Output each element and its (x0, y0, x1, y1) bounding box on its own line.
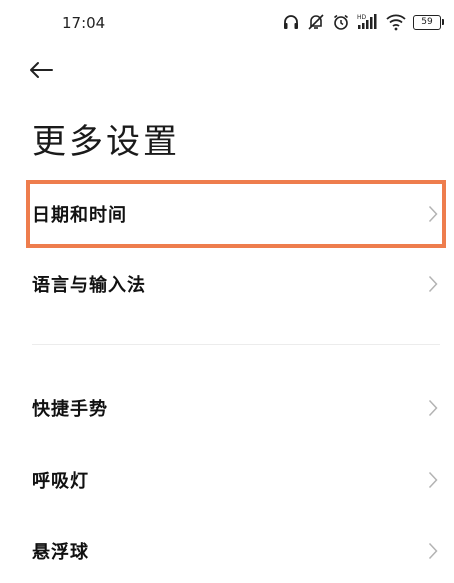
settings-item-label: 日期和时间 (32, 205, 127, 226)
chevron-right-icon (428, 275, 438, 297)
settings-item-label: 呼吸灯 (32, 471, 89, 492)
settings-item-language-input[interactable]: 语言与输入法 (0, 252, 454, 316)
settings-item-gestures[interactable]: 快捷手势 (0, 376, 454, 440)
settings-item-label: 语言与输入法 (32, 275, 146, 296)
battery-icon: 59 (413, 14, 444, 30)
chevron-right-icon (428, 542, 438, 564)
status-icons: HD 59 (282, 12, 444, 32)
svg-text:HD: HD (357, 14, 367, 21)
settings-item-notification-light[interactable]: 呼吸灯 (0, 448, 454, 512)
chevron-right-icon (428, 471, 438, 493)
section-divider (32, 344, 440, 345)
back-arrow-icon (28, 60, 54, 84)
headphones-icon (282, 13, 300, 31)
hd-signal-icon: HD (357, 13, 379, 31)
chevron-right-icon (428, 399, 438, 421)
page-title: 更多设置 (32, 122, 180, 162)
settings-item-label: 悬浮球 (32, 542, 89, 563)
chevron-right-icon (428, 205, 438, 227)
settings-item-floating-ball[interactable]: 悬浮球 (0, 519, 454, 583)
wifi-icon (386, 13, 406, 31)
alarm-icon (332, 13, 350, 31)
settings-item-label: 快捷手势 (32, 399, 108, 420)
back-button[interactable] (28, 52, 68, 92)
status-time: 17:04 (62, 14, 106, 32)
status-bar: 17:04 HD 59 (0, 0, 454, 44)
settings-item-date-time[interactable]: 日期和时间 (0, 182, 454, 246)
mute-notifications-icon (307, 13, 325, 31)
